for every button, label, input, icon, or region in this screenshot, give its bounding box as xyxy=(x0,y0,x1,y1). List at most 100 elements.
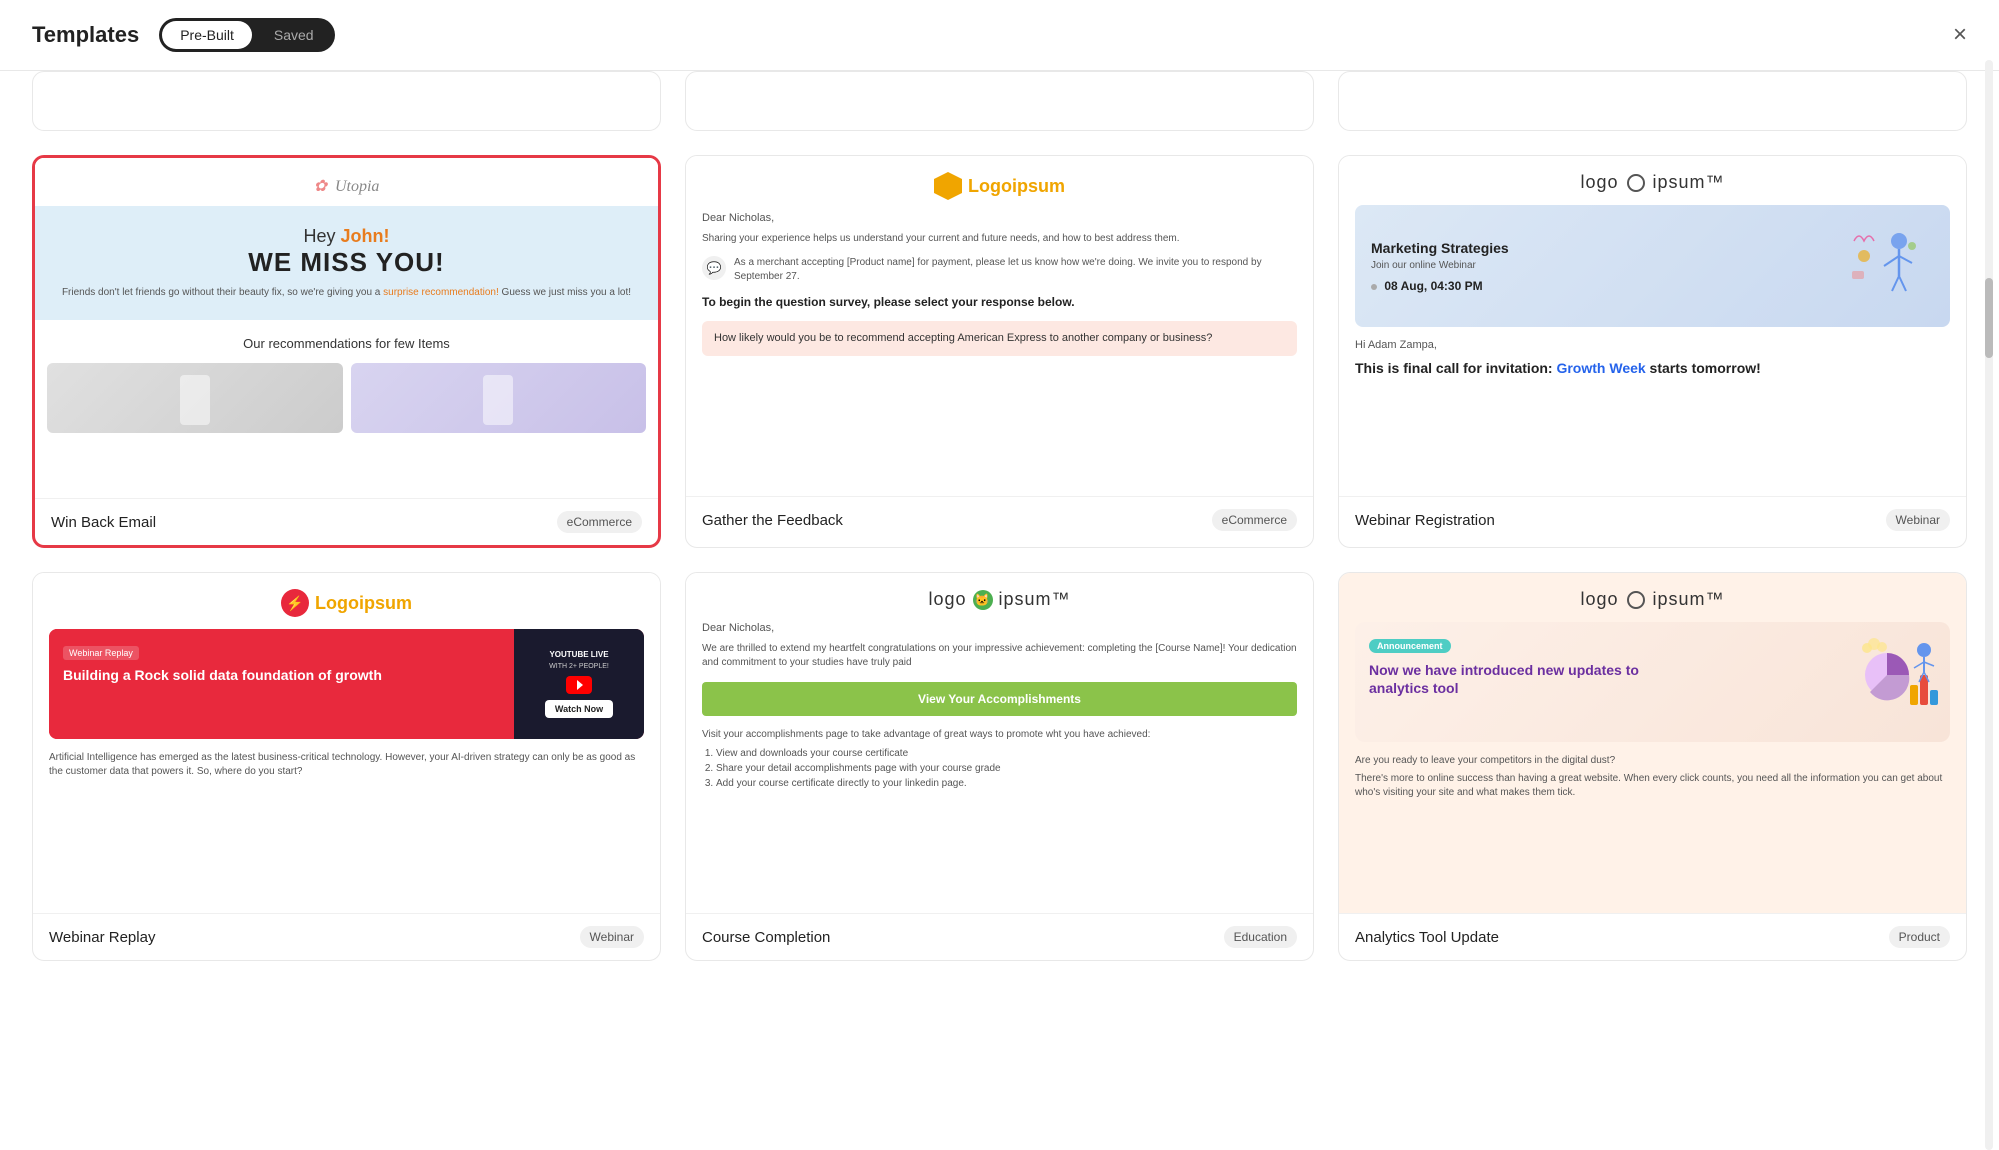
list-item: View and downloads your course certifica… xyxy=(716,748,1297,759)
card-footer-feedback: Gather the Feedback eCommerce xyxy=(686,496,1313,543)
modal-wrapper: Templates Pre-Built Saved × ✿ Utopia xyxy=(0,0,1999,1150)
cp-logo: logo 🐱 ipsum™ xyxy=(702,589,1297,610)
scroll-track xyxy=(1985,60,1993,1150)
wp-banner-date: 08 Aug, 04:30 PM xyxy=(1384,279,1482,293)
card-preview-feedback: Logoipsum Dear Nicholas, Sharing your ex… xyxy=(686,156,1313,496)
wb-products xyxy=(47,363,646,433)
card-analytics-update[interactable]: logo ipsum™ Announcement Now we have int… xyxy=(1338,572,1967,961)
card-badge-winback: eCommerce xyxy=(557,511,642,533)
fp-answer-box: How likely would you be to recommend acc… xyxy=(702,321,1297,356)
fp-chat-row: 💬 As a merchant accepting [Product name]… xyxy=(702,256,1297,284)
cp-foot-text: Visit your accomplishments page to take … xyxy=(702,728,1297,742)
card-title-analytics: Analytics Tool Update xyxy=(1355,929,1499,946)
rp-webinar-label: Webinar Replay xyxy=(63,646,139,660)
cp-list: View and downloads your course certifica… xyxy=(702,748,1297,789)
card-preview-winback: ✿ Utopia Hey John! WE MISS YOU! Friends … xyxy=(35,158,658,498)
ap-logo: logo ipsum™ xyxy=(1355,589,1950,610)
rp-yt-sub: WITH 2+ PEOPLE! xyxy=(549,663,609,670)
analytics-svg xyxy=(1852,630,1942,720)
wb-hey-prefix: Hey xyxy=(303,226,340,246)
modal-title: Templates xyxy=(32,22,139,48)
cp-dear: Dear Nicholas, xyxy=(702,622,1297,634)
wb-miss-text: WE MISS YOU! xyxy=(51,247,642,278)
card-webinar-registration[interactable]: logo ipsum™ Marketing Strategies Join ou… xyxy=(1338,155,1967,548)
tab-group: Pre-Built Saved xyxy=(159,18,334,52)
rp-banner-title: Building a Rock solid data foundation of… xyxy=(63,666,500,684)
chat-bubble-icon: 💬 xyxy=(702,256,726,280)
fp-dear: Dear Nicholas, xyxy=(702,212,1297,224)
tab-saved[interactable]: Saved xyxy=(256,21,332,49)
wb-logo-text: Utopia xyxy=(335,178,379,195)
ap-banner: Announcement Now we have introduced new … xyxy=(1355,622,1950,742)
templates-grid: ✿ Utopia Hey John! WE MISS YOU! Friends … xyxy=(0,131,1999,985)
ap-foot-text1: Are you ready to leave your competitors … xyxy=(1355,754,1950,768)
dot-icon xyxy=(1371,284,1377,290)
top-partial-row xyxy=(0,71,1999,131)
wb-hey-text: Hey John! xyxy=(51,226,642,247)
card-gather-feedback[interactable]: Logoipsum Dear Nicholas, Sharing your ex… xyxy=(685,155,1314,548)
wb-name: John! xyxy=(341,226,390,246)
rp-banner-right: YOUTUBE LIVE WITH 2+ PEOPLE! Watch Now xyxy=(514,629,644,739)
wp-banner-title: Marketing Strategies xyxy=(1371,240,1844,256)
card-title-course: Course Completion xyxy=(702,929,830,946)
ap-foot-text2: There's more to online success than havi… xyxy=(1355,772,1950,800)
rp-banner: Webinar Replay Building a Rock solid dat… xyxy=(49,629,644,739)
partial-card-1[interactable] xyxy=(32,71,661,131)
card-badge-replay: Webinar xyxy=(580,926,644,948)
ap-announce-badge: Announcement xyxy=(1369,639,1451,653)
close-button[interactable]: × xyxy=(1953,23,1967,47)
card-title-webinar: Webinar Registration xyxy=(1355,512,1495,529)
rp-watch-button[interactable]: Watch Now xyxy=(545,700,613,718)
partial-card-2[interactable] xyxy=(685,71,1314,131)
globe-icon xyxy=(1627,174,1645,192)
scroll-thumb[interactable] xyxy=(1985,278,1993,358)
cat-icon: 🐱 xyxy=(973,590,993,610)
tab-prebuilt[interactable]: Pre-Built xyxy=(162,21,252,49)
wb-link[interactable]: surprise recommendation! xyxy=(383,287,499,298)
rp-logo-text: Logoipsum xyxy=(315,593,412,614)
wb-hero: Hey John! WE MISS YOU! Friends don't let… xyxy=(35,206,658,320)
rp-body-text: Artificial Intelligence has emerged as t… xyxy=(49,751,644,779)
partial-card-3[interactable] xyxy=(1338,71,1967,131)
wb-recs-title: Our recommendations for few Items xyxy=(47,336,646,351)
cp-cta-button[interactable]: View Your Accomplishments xyxy=(702,682,1297,716)
card-badge-webinar: Webinar xyxy=(1886,509,1950,531)
fp-logo-text: Logoipsum xyxy=(968,176,1065,197)
card-footer-course: Course Completion Education xyxy=(686,913,1313,960)
fp-logo-hex-icon xyxy=(934,172,962,200)
flower-icon: ✿ xyxy=(314,178,327,195)
card-footer-analytics: Analytics Tool Update Product xyxy=(1339,913,1966,960)
card-win-back-email[interactable]: ✿ Utopia Hey John! WE MISS YOU! Friends … xyxy=(32,155,661,548)
cp-logo-text: logo 🐱 ipsum™ xyxy=(928,589,1070,610)
card-badge-feedback: eCommerce xyxy=(1212,509,1297,531)
card-badge-course: Education xyxy=(1224,926,1297,948)
wb-recs: Our recommendations for few Items xyxy=(35,320,658,449)
globe-icon xyxy=(1627,591,1645,609)
card-footer-replay: Webinar Replay Webinar xyxy=(33,913,660,960)
wp-banner-image xyxy=(1844,221,1934,311)
ap-banner-title: Now we have introduced new updates to an… xyxy=(1369,661,1681,697)
stick-figure-svg xyxy=(1844,221,1924,301)
card-title-replay: Webinar Replay xyxy=(49,929,155,946)
card-footer-webinar: Webinar Registration Webinar xyxy=(1339,496,1966,543)
modal-header: Templates Pre-Built Saved × xyxy=(0,0,1999,71)
ap-banner-image xyxy=(1852,630,1942,720)
wp-logo: logo ipsum™ xyxy=(1355,172,1950,193)
card-course-completion[interactable]: logo 🐱 ipsum™ Dear Nicholas, We are thri… xyxy=(685,572,1314,961)
rp-logo: ⚡ Logoipsum xyxy=(49,589,644,617)
rp-logo-icon: ⚡ xyxy=(281,589,309,617)
rp-banner-left: Webinar Replay Building a Rock solid dat… xyxy=(49,629,514,739)
cp-body: We are thrilled to extend my heartfelt c… xyxy=(702,642,1297,670)
wp-banner-text: Marketing Strategies Join our online Web… xyxy=(1371,240,1844,293)
fp-body1: Sharing your experience helps us underst… xyxy=(702,232,1297,246)
fp-chat-text: As a merchant accepting [Product name] f… xyxy=(734,256,1297,284)
wb-header: ✿ Utopia xyxy=(35,158,658,206)
wp-cta-text: This is final call for invitation: Growt… xyxy=(1355,359,1950,379)
wb-product-2 xyxy=(351,363,647,433)
card-title-winback: Win Back Email xyxy=(51,514,156,531)
fp-logo: Logoipsum xyxy=(702,172,1297,200)
card-preview-course: logo 🐱 ipsum™ Dear Nicholas, We are thri… xyxy=(686,573,1313,913)
card-webinar-replay[interactable]: ⚡ Logoipsum Webinar Replay Building a Ro… xyxy=(32,572,661,961)
wp-banner: Marketing Strategies Join our online Web… xyxy=(1355,205,1950,327)
fp-question: To begin the question survey, please sel… xyxy=(702,294,1297,311)
